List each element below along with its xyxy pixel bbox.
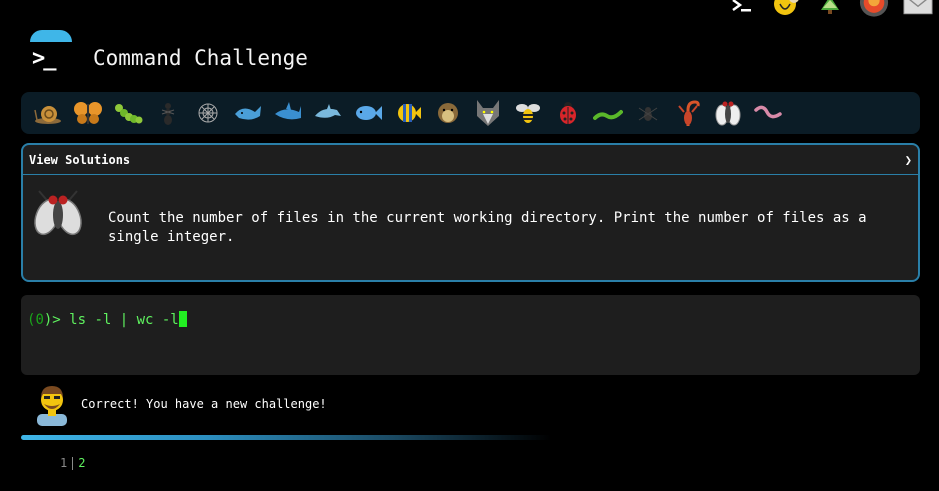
lightbulb-icon[interactable]: [771, 0, 801, 20]
wolf-icon[interactable]: [469, 94, 507, 132]
shark-icon[interactable]: [269, 94, 307, 132]
progress-bar: [21, 435, 551, 440]
app-logo[interactable]: >_: [28, 30, 74, 76]
blowfish-icon[interactable]: [429, 94, 467, 132]
ladybug-icon[interactable]: [549, 94, 587, 132]
tropical-fish-icon[interactable]: [389, 94, 427, 132]
view-solutions-label: View Solutions: [29, 152, 131, 167]
feedback-message: Correct! You have a new challenge!: [81, 397, 327, 411]
pagination: 1 2: [60, 456, 85, 470]
bee-icon[interactable]: [509, 94, 547, 132]
tree-icon[interactable]: [815, 0, 845, 20]
chevron-right-icon: ❯: [904, 152, 912, 167]
dolphin-icon[interactable]: [309, 94, 347, 132]
view-solutions-toggle[interactable]: View Solutions ❯: [23, 145, 918, 175]
challenge-panel: View Solutions ❯ Count the number of fil…: [21, 143, 920, 282]
scorpion-icon[interactable]: [669, 94, 707, 132]
prompt-status: 0: [35, 312, 44, 328]
spider-web-icon[interactable]: [189, 94, 227, 132]
fish-icon[interactable]: [349, 94, 387, 132]
page-1-link[interactable]: 1: [60, 456, 67, 470]
pager-divider: [72, 456, 74, 470]
page-title: Command Challenge: [93, 46, 308, 70]
snail-icon[interactable]: [29, 94, 67, 132]
terminal-input[interactable]: (0)> ls -l | wc -l: [21, 295, 920, 375]
caterpillar-icon[interactable]: [109, 94, 147, 132]
text-cursor: [178, 311, 187, 327]
fly-icon[interactable]: [709, 94, 747, 132]
logo-cap: [30, 30, 72, 42]
challenge-description: Count the number of files in the current…: [108, 210, 867, 245]
challenge-icon-bar: [21, 92, 920, 134]
command-text: ls -l | wc -l: [60, 312, 179, 328]
spider-icon[interactable]: [629, 94, 667, 132]
earthworm-icon[interactable]: [749, 94, 787, 132]
avatar: [37, 386, 67, 426]
worm-icon[interactable]: [589, 94, 627, 132]
whale-icon[interactable]: [229, 94, 267, 132]
butterfly-icon[interactable]: [69, 94, 107, 132]
terminal-prompt-icon: >_: [32, 46, 56, 71]
page-2-link[interactable]: 2: [78, 456, 85, 470]
mail-icon[interactable]: [903, 0, 933, 20]
terminal-icon[interactable]: [727, 0, 757, 20]
prompt-close: )>: [43, 312, 61, 328]
top-icon-bar: [727, 0, 933, 20]
fly-icon: [34, 190, 82, 236]
profile-badge-icon[interactable]: [859, 0, 889, 20]
ant-icon[interactable]: [149, 94, 187, 132]
